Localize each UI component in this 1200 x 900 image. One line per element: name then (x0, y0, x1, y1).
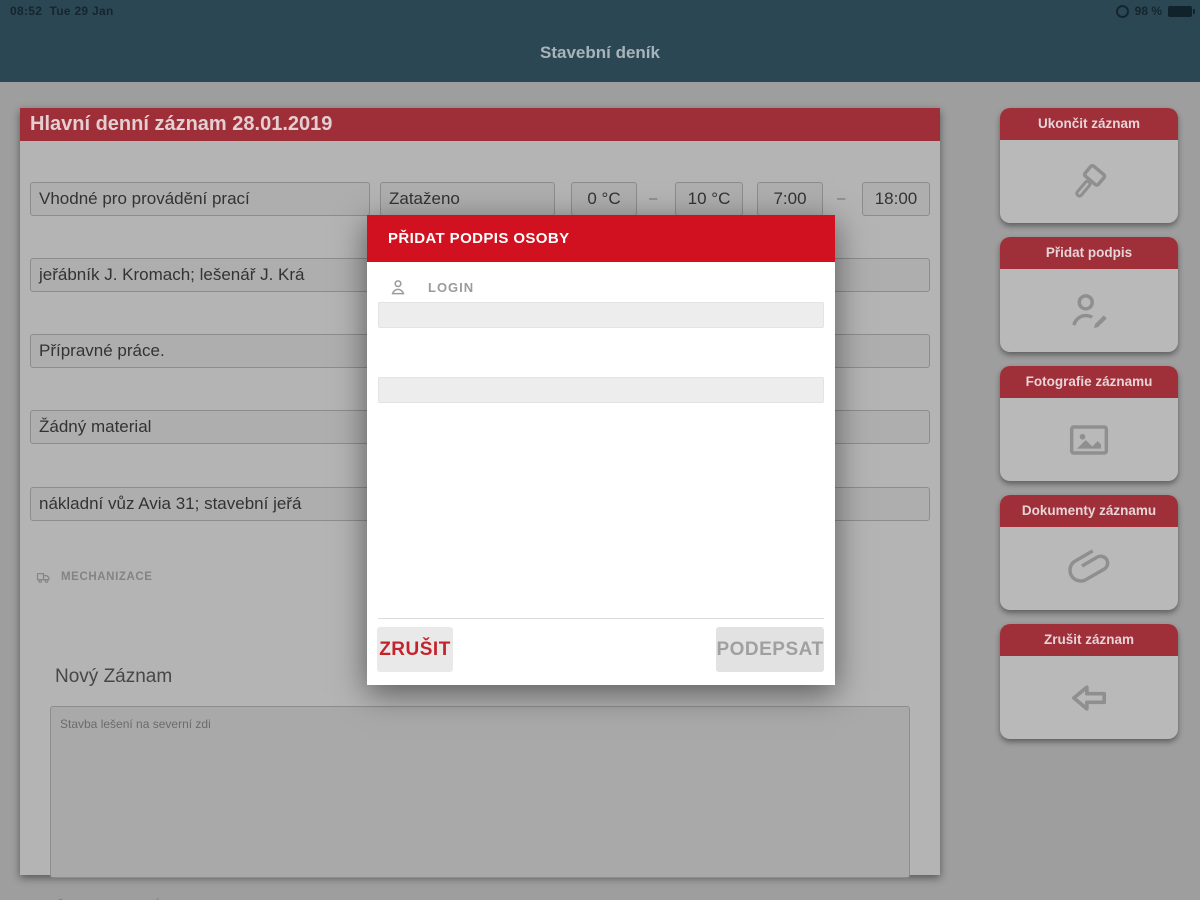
new-entry-heading: Nový Záznam (55, 666, 173, 687)
arrow-left-icon (1071, 684, 1107, 711)
cancel-button[interactable]: ZRUŠIT (377, 627, 453, 672)
machinery-label-row: MECHANIZACE (35, 569, 153, 585)
gavel-icon (1075, 163, 1107, 198)
status-time: 08:52 (10, 4, 43, 18)
add-signature-dialog: PŘIDAT PODPIS OSOBY LOGIN ZRUŠIT PODEPSA… (367, 215, 835, 685)
login-input[interactable] (378, 302, 824, 328)
status-indicators: 98 % (1115, 4, 1195, 18)
page-title: Stavební deník (540, 43, 660, 62)
app-screen: 08:52 Tue 29 Jan 98 % Stavební deník Hla… (0, 0, 1200, 900)
login-label-row: LOGIN (388, 277, 474, 297)
paperclip-icon (1068, 548, 1110, 583)
work-hours-from-input[interactable]: 7:00 (757, 182, 823, 216)
person-signature-icon (58, 898, 64, 900)
dialog-divider (378, 618, 824, 619)
top-bar: 08:52 Tue 29 Jan 98 % Stavební deník (0, 0, 1200, 82)
cancel-record-button[interactable]: Zrušit záznam (1000, 624, 1178, 739)
battery-percent: 98 % (1134, 4, 1162, 18)
person-edit-icon (1072, 293, 1107, 328)
signed-persons-label-row: PODEPSANÉ OSOBY (53, 896, 212, 900)
temperature-separator: – (649, 190, 658, 207)
add-signature-label: Přidat podpis (1000, 237, 1178, 269)
record-title: Hlavní denní záznam 28.01.2019 (20, 108, 940, 141)
sign-button[interactable]: PODEPSAT (716, 627, 824, 672)
photo-icon (1069, 424, 1109, 455)
record-photos-button[interactable]: Fotografie záznamu (1000, 366, 1178, 481)
truck-icon (36, 573, 50, 583)
battery-icon (1168, 5, 1195, 17)
new-entry-textarea[interactable]: Stavba lešení na severní zdi (50, 706, 910, 878)
record-documents-button[interactable]: Dokumenty záznamu (1000, 495, 1178, 610)
cancel-record-label: Zrušit záznam (1000, 624, 1178, 656)
temperature-from-input[interactable]: 0 °C (571, 182, 637, 216)
machinery-label: MECHANIZACE (61, 571, 153, 583)
status-time-date: 08:52 Tue 29 Jan (10, 4, 114, 18)
add-signature-button[interactable]: Přidat podpis (1000, 237, 1178, 352)
site-state-input[interactable]: Vhodné pro provádění prací (30, 182, 370, 216)
record-documents-label: Dokumenty záznamu (1000, 495, 1178, 527)
status-bar: 08:52 Tue 29 Jan 98 % (0, 0, 1200, 24)
work-hours-to-input[interactable]: 18:00 (862, 182, 930, 216)
orientation-lock-icon (1115, 4, 1129, 18)
work-hours-separator: – (837, 190, 846, 207)
end-record-label: Ukončit záznam (1000, 108, 1178, 140)
end-record-button[interactable]: Ukončit záznam (1000, 108, 1178, 223)
temperature-to-input[interactable]: 10 °C (675, 182, 743, 216)
weather-input[interactable]: Zataženo (380, 182, 555, 216)
dialog-title: PŘIDAT PODPIS OSOBY (367, 215, 835, 262)
password-input[interactable] (378, 377, 824, 403)
record-photos-label: Fotografie záznamu (1000, 366, 1178, 398)
login-label: LOGIN (428, 279, 475, 295)
login-person-icon (391, 280, 405, 295)
status-date: Tue 29 Jan (49, 4, 114, 18)
